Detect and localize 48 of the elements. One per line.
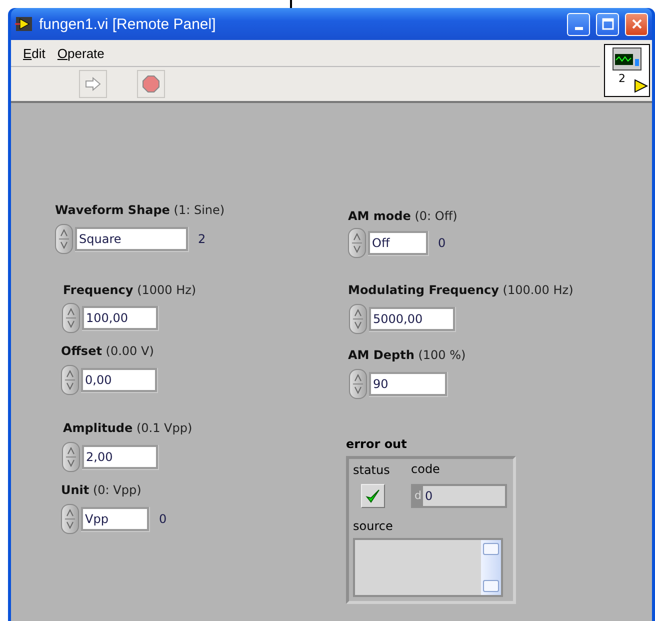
code-field: d 0 [411, 484, 507, 508]
arrow-icon [85, 77, 101, 91]
stop-icon [142, 75, 160, 93]
menu-item[interactable]: Operate [57, 46, 104, 60]
increment-arrows-icon[interactable] [349, 369, 367, 399]
status-label: status [353, 463, 390, 477]
close-button[interactable] [625, 12, 648, 36]
value-field[interactable]: Vpp [83, 508, 147, 528]
value-field[interactable]: 5000,00 [371, 308, 453, 328]
increment-arrows-icon[interactable] [62, 303, 80, 333]
value-field[interactable]: 100,00 [84, 308, 156, 328]
value-field[interactable]: 2,00 [84, 446, 156, 466]
increment-arrows-icon[interactable] [55, 224, 73, 254]
control-label: error out [346, 437, 407, 451]
value-field[interactable]: 0,00 [83, 370, 155, 390]
run-button[interactable] [79, 70, 107, 98]
scrollbar[interactable] [481, 540, 501, 595]
control-label: Unit (0: Vpp) [61, 483, 142, 497]
code-label: code [411, 462, 440, 476]
vi-icon [15, 16, 33, 32]
abort-button[interactable] [137, 70, 165, 98]
minimize-icon [574, 26, 582, 30]
value-field[interactable]: Square [77, 228, 186, 248]
control-label: Offset (0.00 V) [61, 344, 154, 358]
control-label: Frequency (1000 Hz) [63, 283, 196, 297]
menu-item[interactable]: Edit [23, 46, 46, 60]
source-label: source [353, 519, 393, 533]
control-label: Waveform Shape (1: Sine) [55, 203, 225, 217]
increment-arrows-icon[interactable] [61, 365, 79, 395]
index-value: 0 [438, 236, 446, 250]
maximize-icon [602, 18, 614, 30]
index-value: 0 [159, 512, 167, 526]
increment-arrows-icon[interactable] [349, 304, 367, 334]
value-field[interactable]: 90 [371, 374, 445, 394]
vi-connector-icon: 2 [604, 44, 650, 97]
increment-arrows-icon[interactable] [348, 228, 366, 258]
control-label: Amplitude (0.1 Vpp) [63, 421, 192, 435]
control-label: AM Depth (100 %) [348, 348, 466, 362]
index-value: 2 [198, 232, 206, 246]
maximize-button[interactable] [596, 12, 619, 36]
value-field[interactable]: Off [370, 232, 426, 252]
window-title: fungen1.vi [Remote Panel] [39, 16, 217, 32]
increment-arrows-icon[interactable] [61, 504, 79, 534]
control-label: AM mode (0: Off) [348, 209, 458, 223]
close-icon [630, 18, 642, 30]
control-label: Modulating Frequency (100.00 Hz) [348, 283, 574, 297]
increment-arrows-icon[interactable] [62, 442, 80, 472]
minimize-button[interactable] [567, 12, 590, 36]
